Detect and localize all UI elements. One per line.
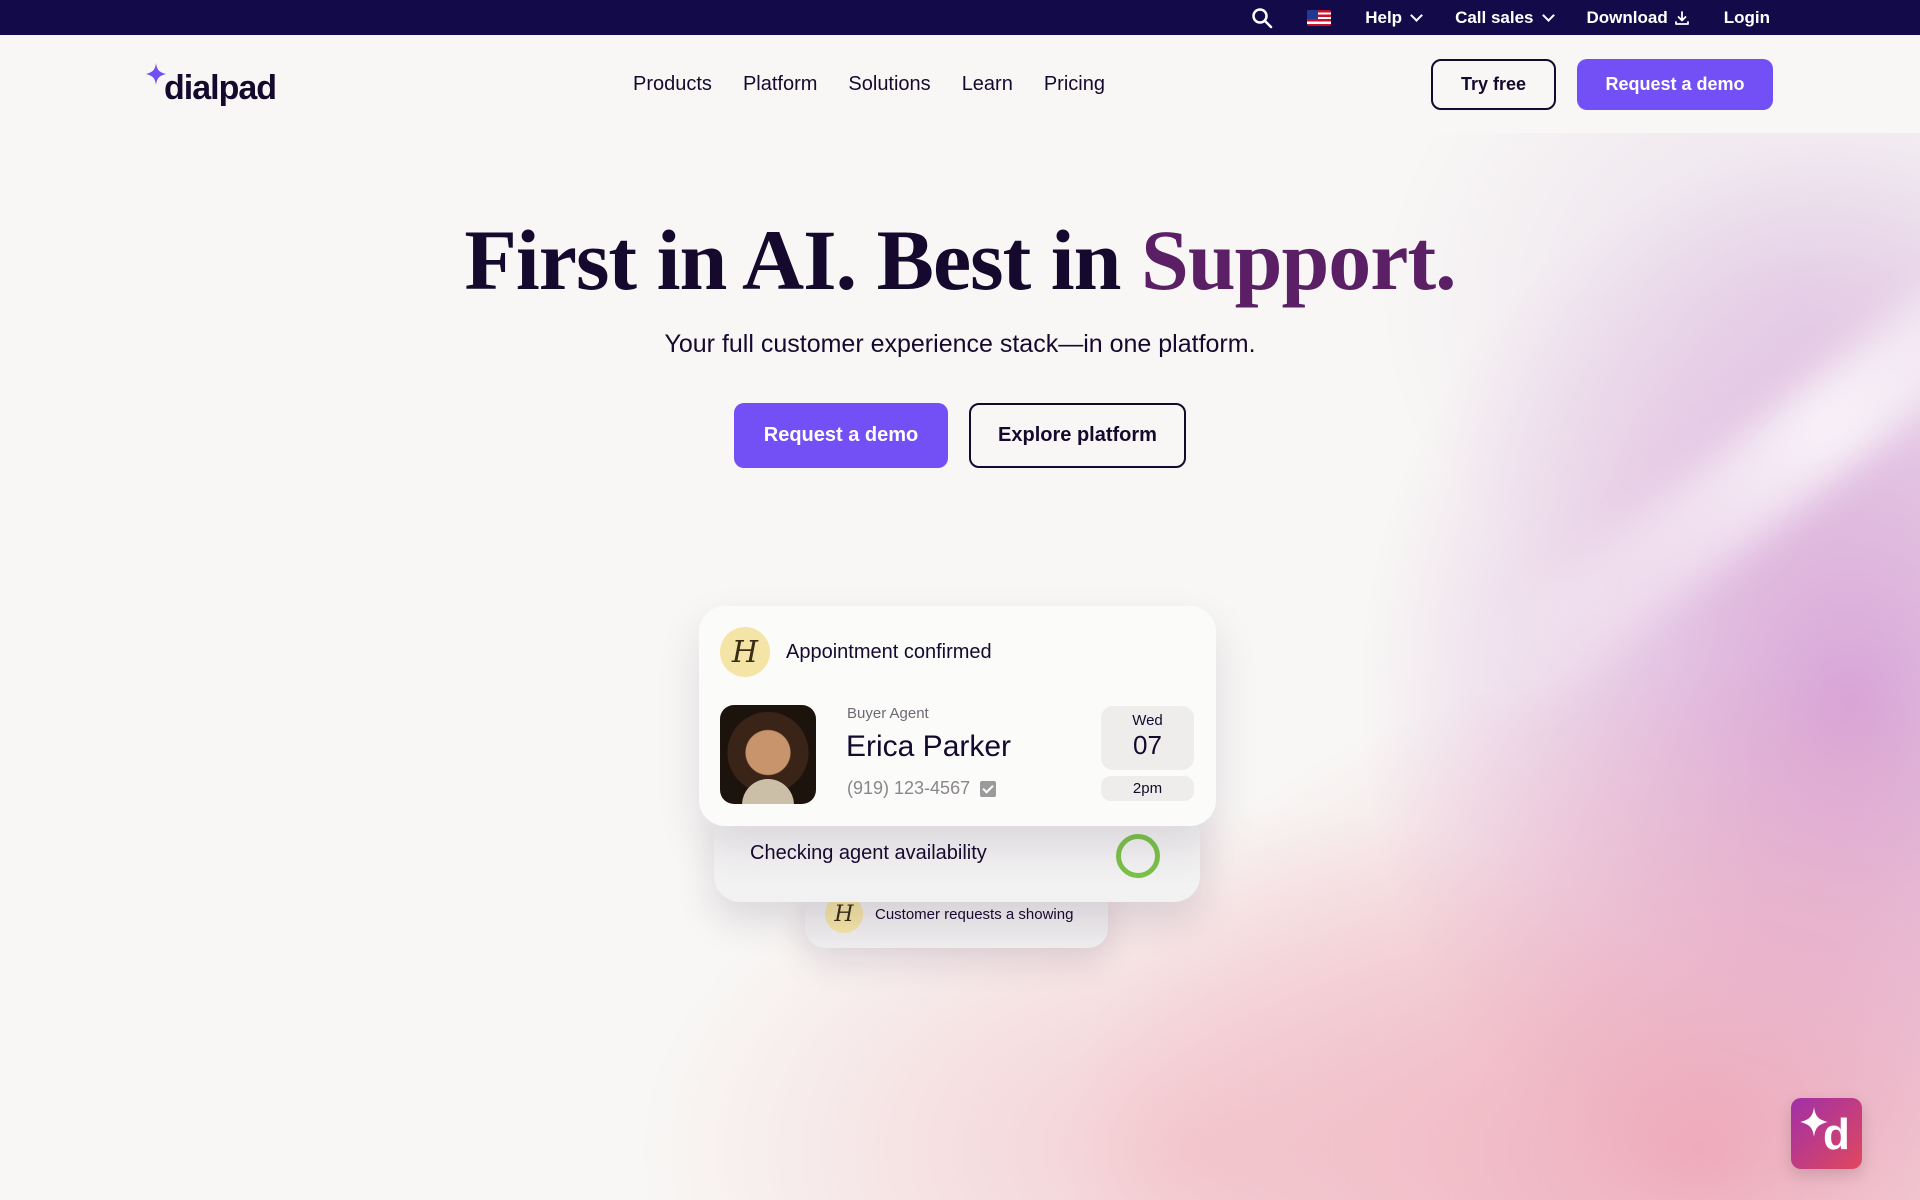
agent-role: Buyer Agent bbox=[847, 705, 929, 722]
availability-text: Checking agent availability bbox=[750, 842, 987, 864]
company-badge: H bbox=[720, 627, 770, 677]
try-free-button[interactable]: Try free bbox=[1431, 59, 1556, 110]
appointment-date: Wed 07 bbox=[1101, 706, 1194, 770]
call-sales-label: Call sales bbox=[1455, 7, 1534, 27]
help-label: Help bbox=[1365, 7, 1403, 27]
search-icon[interactable] bbox=[1251, 7, 1273, 29]
nav-link-learn[interactable]: Learn bbox=[962, 73, 1013, 96]
chat-widget-letter: d bbox=[1823, 1110, 1850, 1159]
sparkle-icon bbox=[146, 63, 166, 85]
appointment-date-number: 07 bbox=[1133, 730, 1162, 760]
download-label: Download bbox=[1586, 7, 1668, 27]
appointment-time: 2pm bbox=[1101, 776, 1194, 801]
agent-phone: (919) 123-4567 bbox=[847, 778, 971, 798]
chevron-down-icon bbox=[1410, 8, 1423, 22]
agent-avatar bbox=[720, 705, 816, 804]
appointment-card: H Appointment confirmed Buyer Agent Eric… bbox=[699, 606, 1216, 826]
dialpad-logo[interactable]: dialpad bbox=[146, 63, 277, 108]
chevron-down-icon bbox=[1541, 8, 1555, 22]
hero-title-main: First in AI. Best in bbox=[464, 212, 1141, 308]
appointment-title: Appointment confirmed bbox=[786, 641, 992, 663]
download-link[interactable]: Download bbox=[1587, 8, 1690, 28]
login-link[interactable]: Login bbox=[1724, 8, 1770, 28]
explore-platform-button[interactable]: Explore platform bbox=[969, 403, 1186, 468]
hero-title-accent: Support. bbox=[1140, 212, 1457, 308]
nav-request-demo-button[interactable]: Request a demo bbox=[1577, 59, 1773, 110]
utility-bar: Help Call sales Download Login bbox=[0, 0, 1920, 35]
hero-request-demo-button[interactable]: Request a demo bbox=[734, 403, 948, 468]
nav-link-platform[interactable]: Platform bbox=[743, 73, 817, 96]
nav-link-solutions[interactable]: Solutions bbox=[848, 73, 930, 96]
loading-ring-icon bbox=[1116, 834, 1160, 878]
main-nav: dialpad Products Platform Solutions Lear… bbox=[0, 35, 1920, 133]
nav-links: Products Platform Solutions Learn Pricin… bbox=[633, 73, 1105, 96]
help-menu[interactable]: Help bbox=[1365, 7, 1423, 28]
agent-name: Erica Parker bbox=[846, 730, 1012, 763]
verified-check-icon bbox=[980, 781, 997, 798]
logo-text: dialpad bbox=[164, 69, 277, 107]
chat-widget-button[interactable]: d bbox=[1791, 1098, 1862, 1169]
hero-title: First in AI. Best in Support. bbox=[0, 210, 1920, 310]
appointment-day: Wed bbox=[1132, 712, 1163, 729]
nav-link-products[interactable]: Products bbox=[633, 73, 712, 96]
call-sales-menu[interactable]: Call sales bbox=[1455, 7, 1555, 28]
hero-subtitle: Your full customer experience stack—in o… bbox=[664, 330, 1256, 358]
us-flag-icon bbox=[1307, 9, 1332, 26]
nav-link-pricing[interactable]: Pricing bbox=[1044, 73, 1105, 96]
download-icon bbox=[1674, 10, 1689, 25]
language-flag-icon[interactable] bbox=[1307, 9, 1332, 26]
agent-phone-row: (919) 123-4567 bbox=[847, 778, 997, 799]
customer-request-text: Customer requests a showing bbox=[875, 905, 1074, 923]
